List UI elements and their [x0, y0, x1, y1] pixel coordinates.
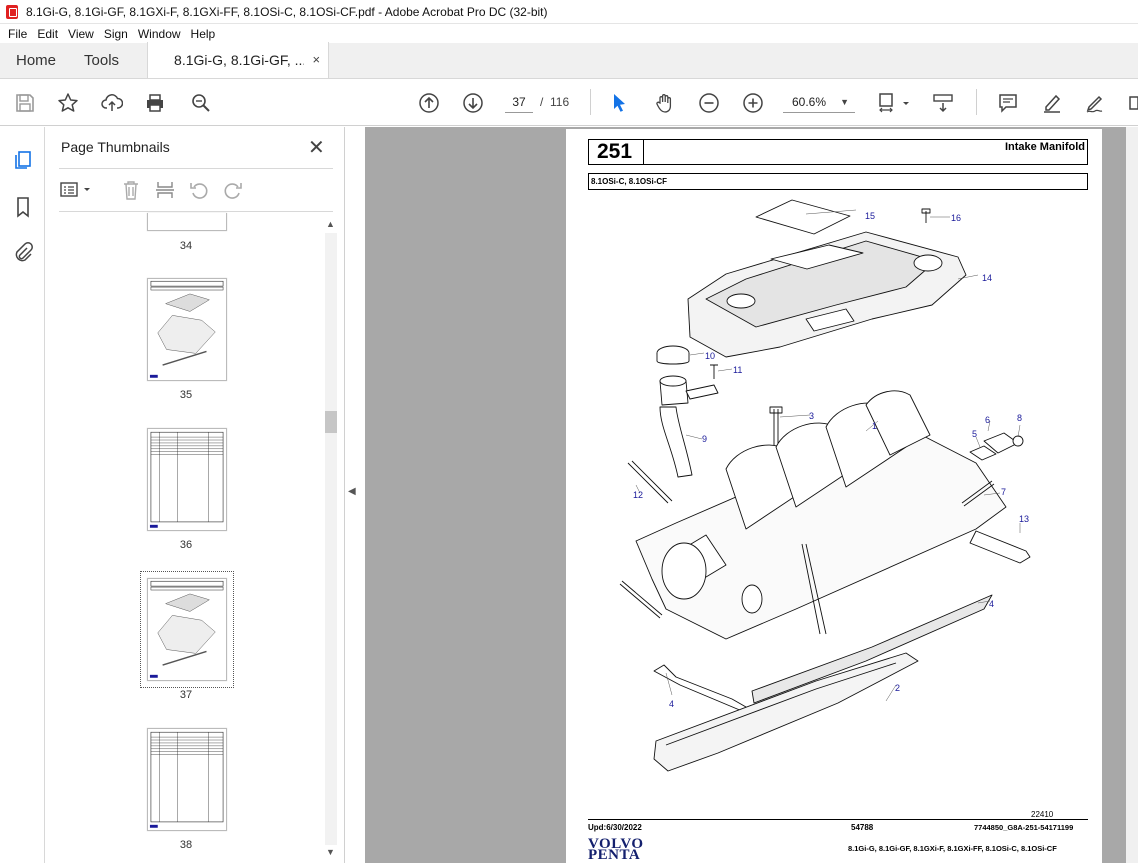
upload-icon[interactable] [100, 91, 124, 115]
total-pages: 116 [550, 95, 570, 109]
divider [59, 168, 333, 169]
menu-help[interactable]: Help [186, 27, 221, 41]
scrollbar-track [325, 233, 337, 845]
menu-bar: File Edit View Sign Window Help [0, 24, 1138, 43]
volvo-penta-logo: VOLVO PENTA [588, 837, 644, 863]
attachment-icon[interactable] [11, 240, 35, 264]
scrollbar-thumb[interactable] [325, 411, 337, 433]
callout-label: 10 [705, 351, 716, 361]
title-bar: 8.1Gi-G, 8.1Gi-GF, 8.1GXi-F, 8.1GXi-FF, … [0, 0, 1138, 24]
callout-label: 15 [865, 211, 876, 221]
left-navigation-rail [0, 127, 45, 863]
document-page: 251 Intake Manifold 8.1OSi-C, 8.1OSi-CF [566, 129, 1102, 863]
callout-label: 2 [895, 683, 901, 693]
window-title: 8.1Gi-G, 8.1Gi-GF, 8.1GXi-F, 8.1GXi-FF, … [26, 4, 548, 19]
panel-title: Page Thumbnails [61, 139, 170, 155]
zoom-level-select[interactable]: 60.6% ▼ [783, 91, 855, 113]
delete-page-icon[interactable] [119, 179, 143, 201]
save-icon[interactable] [13, 91, 37, 115]
scroll-up-icon[interactable]: ▲ [326, 219, 335, 229]
callout-label: 5 [972, 429, 978, 439]
more-icon[interactable] [1124, 91, 1138, 115]
callout-label: 8 [1017, 413, 1023, 423]
chevron-down-icon: ▼ [840, 97, 849, 107]
collapse-panel-icon[interactable]: ◀ [348, 486, 356, 497]
callout-label: 12 [633, 490, 644, 500]
part-reference: 7744850_G8A-251-54171199 [974, 823, 1074, 832]
callout-label: 14 [982, 273, 993, 283]
footer-code: 54788 [851, 823, 874, 832]
print-icon[interactable] [143, 91, 167, 115]
document-view[interactable]: 251 Intake Manifold 8.1OSi-C, 8.1OSi-CF [365, 127, 1138, 863]
menu-view[interactable]: View [63, 27, 99, 41]
zoom-value: 60.6% [792, 95, 827, 109]
rotate-clockwise-icon[interactable] [221, 179, 245, 201]
callout-label: 3 [809, 411, 815, 421]
close-panel-icon[interactable]: ✕ [308, 135, 325, 160]
callout-label: 7 [1001, 487, 1007, 497]
zoom-in-icon[interactable] [741, 91, 765, 115]
menu-sign[interactable]: Sign [99, 27, 133, 41]
brand-bottom: PENTA [588, 847, 641, 863]
star-icon[interactable] [56, 91, 80, 115]
footer-models: 8.1Gi-G, 8.1Gi-GF, 8.1GXi-F, 8.1GXi-FF, … [848, 844, 1057, 853]
callout-label: 11 [733, 365, 743, 375]
rotate-counterclockwise-icon[interactable] [187, 179, 211, 201]
options-menu-icon[interactable] [59, 179, 93, 201]
callout-label: 4 [669, 699, 675, 709]
callout-label: 1 [872, 421, 878, 431]
thumbnail-number: 34 [179, 240, 193, 252]
divider [59, 211, 333, 212]
document-scrollbar[interactable] [1126, 127, 1138, 863]
tab-bar: Home Tools 8.1Gi-G, 8.1Gi-GF, ... × [0, 42, 1138, 79]
callout-label: 16 [951, 213, 962, 223]
thumbnails-scrollbar[interactable]: ▲ ▼ [325, 219, 337, 859]
zoom-out-icon[interactable] [697, 91, 721, 115]
toolbar-divider [590, 89, 591, 115]
comment-icon[interactable] [996, 91, 1020, 115]
callout-label: 4 [989, 599, 995, 609]
scroll-mode-icon[interactable] [931, 91, 955, 115]
bookmark-icon[interactable] [11, 195, 35, 219]
tab-home[interactable]: Home [0, 42, 68, 78]
document-tab-label: 8.1Gi-G, 8.1Gi-GF, ... [174, 52, 305, 68]
acrobat-app-icon [6, 4, 18, 19]
thumbnail-number: 37 [179, 689, 193, 701]
hand-icon[interactable] [653, 91, 677, 115]
thumbnail-number: 36 [179, 539, 193, 551]
toolbar-divider [976, 89, 977, 115]
page-thumbnails-icon[interactable] [11, 148, 35, 172]
footer-rule [588, 819, 1088, 820]
page-down-icon[interactable] [461, 91, 485, 115]
page-separator: / [540, 95, 544, 109]
thumbnail-number: 38 [179, 839, 193, 851]
tab-document[interactable]: 8.1Gi-G, 8.1Gi-GF, ... × [147, 42, 330, 78]
thumbnail-number: 35 [179, 389, 193, 401]
current-page-input[interactable]: 37 [505, 91, 533, 113]
menu-window[interactable]: Window [133, 27, 186, 41]
page-thumbnails-panel: Page Thumbnails ✕ 34 35 36 37 38 ▲ ▼ [45, 127, 345, 863]
sign-icon[interactable] [1083, 91, 1107, 115]
extract-pages-icon[interactable] [153, 179, 177, 201]
updated-date: Upd:6/30/2022 [588, 823, 642, 832]
tab-tools[interactable]: Tools [68, 42, 131, 78]
highlight-icon[interactable] [1040, 91, 1064, 115]
drawing-number: 22410 [1031, 810, 1054, 819]
page-up-icon[interactable] [417, 91, 441, 115]
search-zoom-icon[interactable] [189, 91, 213, 115]
select-cursor-icon[interactable] [607, 91, 631, 115]
scroll-down-icon[interactable]: ▼ [326, 847, 335, 857]
callout-label: 6 [985, 415, 991, 425]
menu-file[interactable]: File [3, 27, 32, 41]
intake-manifold-exploded-drawing [619, 199, 1031, 772]
close-tab-icon[interactable]: × [312, 52, 320, 67]
menu-edit[interactable]: Edit [32, 27, 63, 41]
callout-label: 13 [1019, 514, 1030, 524]
callout-label: 9 [702, 434, 708, 444]
fit-page-icon[interactable] [876, 91, 912, 115]
